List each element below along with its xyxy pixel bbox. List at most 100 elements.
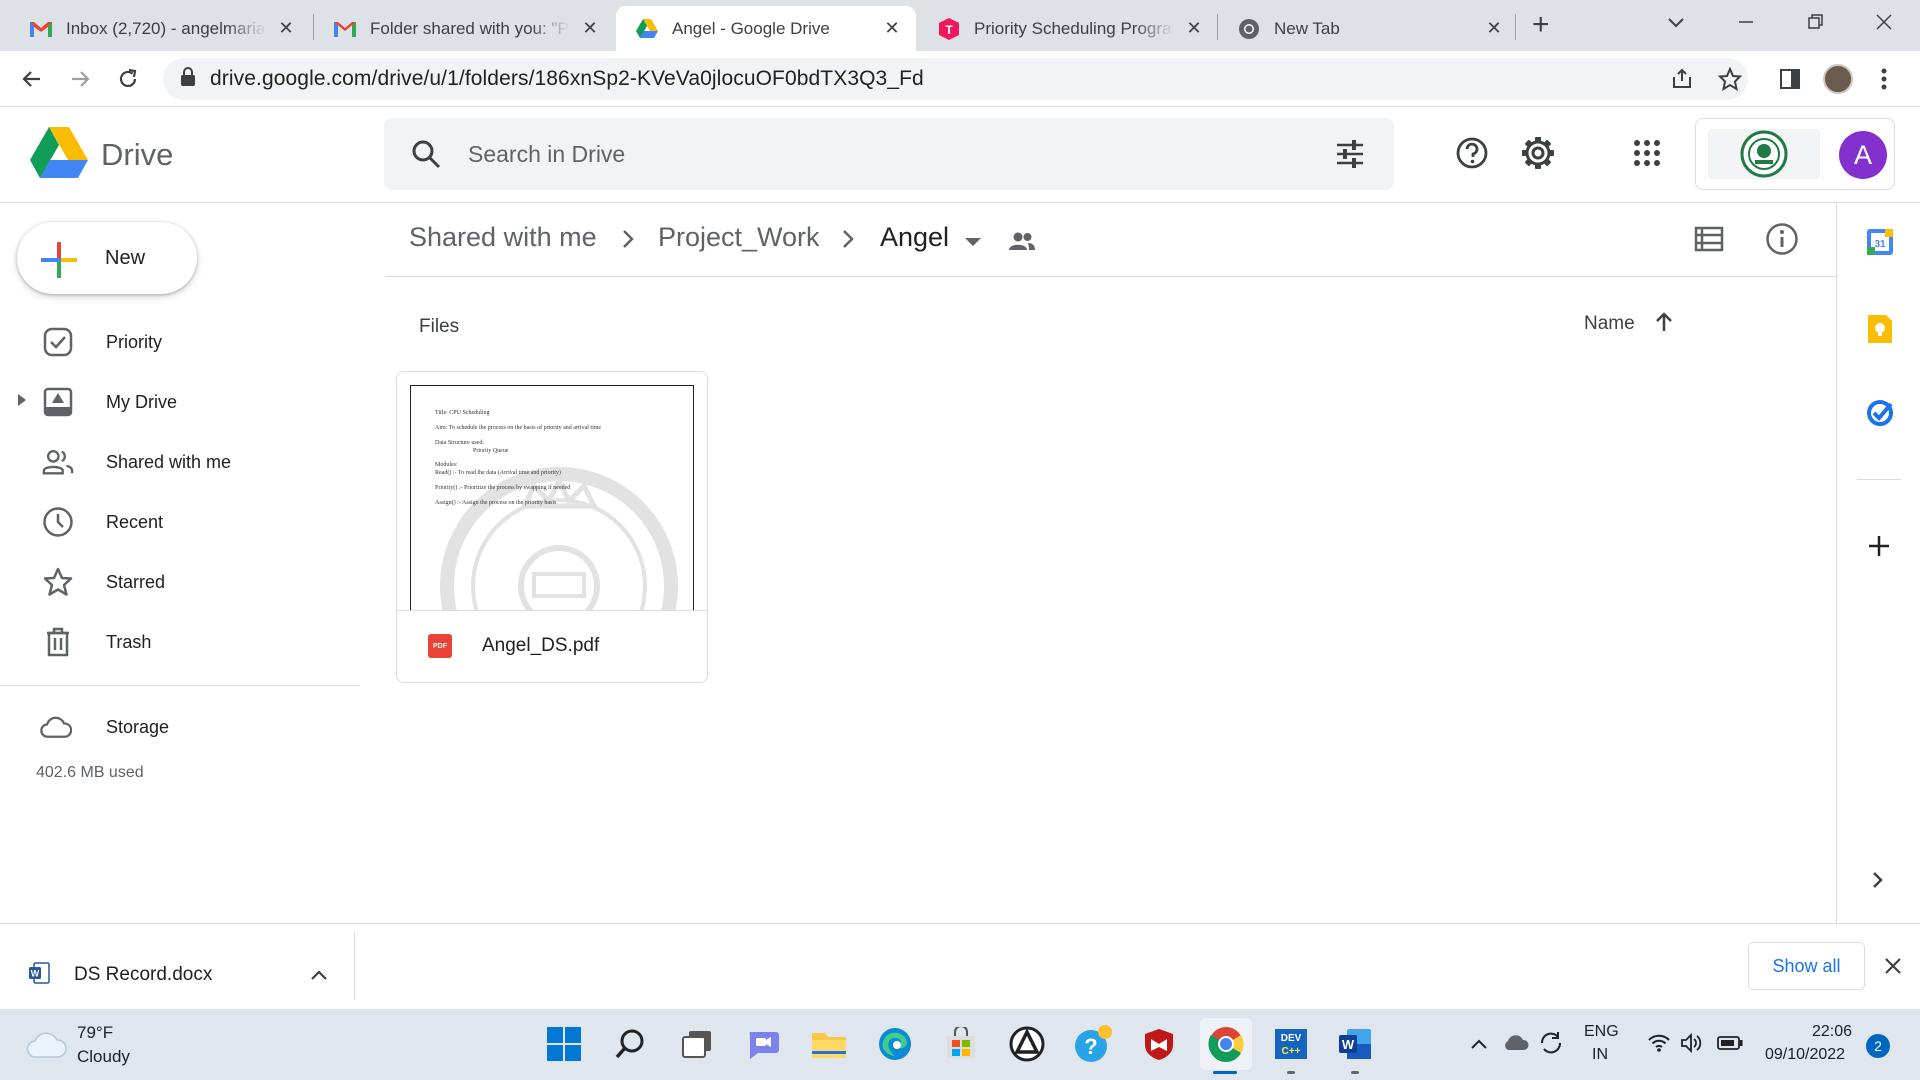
tab-search-icon[interactable] xyxy=(1666,12,1686,37)
expand-arrow-icon[interactable] xyxy=(17,393,27,412)
close-tab-icon[interactable]: ✕ xyxy=(1482,17,1506,41)
shared-folder-icon[interactable] xyxy=(1008,230,1036,257)
notification-badge[interactable]: 2 xyxy=(1866,1034,1890,1058)
active-app-indicator xyxy=(1213,1071,1237,1074)
tab-title: Angel - Google Drive xyxy=(672,18,830,38)
minimize-icon[interactable] xyxy=(1736,12,1756,37)
calendar-icon[interactable]: 31 xyxy=(1866,228,1894,261)
close-tab-icon[interactable]: ✕ xyxy=(1182,17,1206,41)
chevron-right-icon xyxy=(840,228,856,255)
github-icon[interactable] xyxy=(1006,1023,1048,1065)
search-icon[interactable] xyxy=(609,1023,651,1065)
sidebar-item-my-drive[interactable]: My Drive xyxy=(0,378,350,426)
tab-priority-scheduling[interactable]: T Priority Scheduling Program ✕ xyxy=(918,6,1218,51)
volume-icon[interactable] xyxy=(1680,1032,1704,1058)
cloudy-weather-icon[interactable] xyxy=(26,1029,68,1064)
search-icon[interactable] xyxy=(410,138,442,175)
close-tab-icon[interactable]: ✕ xyxy=(880,17,904,41)
sidebar-item-starred[interactable]: Starred xyxy=(0,558,350,606)
tab-title: New Tab xyxy=(1274,18,1340,38)
tab-folder-shared[interactable]: Folder shared with you: "Project_Work" ✕ xyxy=(314,6,614,51)
clock-date[interactable]: 09/10/2022 xyxy=(1765,1046,1845,1064)
tasks-icon[interactable] xyxy=(1866,399,1894,432)
folder-dropdown-icon[interactable] xyxy=(964,234,982,252)
breadcrumb-shared-with-me[interactable]: Shared with me xyxy=(409,222,597,253)
settings-gear-icon[interactable] xyxy=(1521,136,1555,175)
add-addon-plus-icon[interactable] xyxy=(1867,534,1891,563)
tab-gmail-inbox[interactable]: Inbox (2,720) - angelmaria ✕ xyxy=(10,6,310,51)
battery-icon[interactable] xyxy=(1717,1036,1743,1055)
show-all-button[interactable]: Show all xyxy=(1748,942,1865,990)
browser-tab-strip: Inbox (2,720) - angelmaria ✕ Folder shar… xyxy=(0,0,1920,51)
sort-by-name[interactable]: Name xyxy=(1584,313,1635,335)
show-hidden-icons-chevron[interactable] xyxy=(1470,1037,1488,1055)
keyboard-language[interactable]: ENG xyxy=(1584,1023,1619,1041)
search-input[interactable] xyxy=(468,136,1268,172)
side-panel: 31 xyxy=(1836,203,1920,923)
profile-avatar[interactable] xyxy=(1820,61,1856,97)
apps-grid-icon[interactable] xyxy=(1634,140,1660,171)
list-view-icon[interactable] xyxy=(1694,226,1724,257)
task-view-icon[interactable] xyxy=(676,1023,718,1065)
mcafee-icon[interactable] xyxy=(1138,1023,1180,1065)
sidebar-item-storage[interactable]: Storage xyxy=(0,703,350,751)
drive-brand-text[interactable]: Drive xyxy=(101,137,173,173)
help-icon[interactable]: ? xyxy=(1072,1023,1114,1065)
breadcrumb-current-folder[interactable]: Angel xyxy=(880,222,949,253)
sidebar-item-recent[interactable]: Recent xyxy=(0,498,350,546)
breadcrumb-project-work[interactable]: Project_Work xyxy=(658,222,820,253)
sort-ascending-arrow-icon[interactable] xyxy=(1654,311,1674,338)
clock-time[interactable]: 22:06 xyxy=(1812,1023,1852,1041)
search-options-icon[interactable] xyxy=(1335,140,1365,173)
chrome-icon[interactable] xyxy=(1200,1018,1252,1070)
bookmark-star-icon[interactable] xyxy=(1712,61,1748,97)
word-icon[interactable]: W xyxy=(1334,1023,1376,1065)
reload-icon[interactable] xyxy=(110,61,146,97)
side-panel-icon[interactable] xyxy=(1772,61,1808,97)
tab-title: Folder shared with you: "Project_Work" xyxy=(370,18,570,38)
user-avatar[interactable]: A xyxy=(1839,131,1887,179)
keep-icon[interactable] xyxy=(1867,314,1893,349)
sidebar-item-trash[interactable]: Trash xyxy=(0,618,350,666)
close-tab-icon[interactable]: ✕ xyxy=(274,17,298,41)
sidebar-item-shared-with-me[interactable]: Shared with me xyxy=(0,438,350,486)
files-section-heading: Files xyxy=(419,316,460,337)
chevron-up-icon[interactable] xyxy=(310,968,328,986)
onedrive-icon[interactable] xyxy=(1502,1033,1530,1056)
file-card[interactable]: Title: CPU Scheduling Aim: To schedule t… xyxy=(396,371,708,683)
new-button[interactable]: New xyxy=(17,222,197,294)
file-explorer-icon[interactable] xyxy=(808,1023,850,1065)
sidebar-item-priority[interactable]: Priority xyxy=(0,318,350,366)
download-item[interactable]: W DS Record.docx xyxy=(0,932,355,1000)
address-bar[interactable]: drive.google.com/drive/u/1/folders/186xn… xyxy=(163,58,1748,100)
chevron-right-icon xyxy=(620,228,636,255)
google-drive-logo-icon[interactable] xyxy=(30,127,88,184)
teams-chat-icon[interactable] xyxy=(742,1023,784,1065)
close-download-bar-icon[interactable] xyxy=(1884,957,1902,980)
new-tab-button[interactable]: + xyxy=(1532,10,1550,40)
edge-icon[interactable] xyxy=(874,1023,916,1065)
sidebar-item-label: My Drive xyxy=(106,391,177,412)
sync-icon[interactable] xyxy=(1538,1030,1564,1061)
browser-menu-icon[interactable] xyxy=(1866,61,1902,97)
start-icon[interactable] xyxy=(543,1023,585,1065)
forward-icon[interactable] xyxy=(62,61,98,97)
tab-google-drive[interactable]: Angel - Google Drive ✕ xyxy=(616,6,916,51)
account-switcher[interactable]: A xyxy=(1695,118,1895,190)
restore-icon[interactable] xyxy=(1806,12,1826,37)
help-icon[interactable] xyxy=(1455,136,1489,175)
browser-toolbar: drive.google.com/drive/u/1/folders/186xn… xyxy=(0,51,1920,107)
expand-panel-chevron-icon[interactable] xyxy=(1871,870,1885,895)
back-icon[interactable] xyxy=(14,61,50,97)
organization-logo-icon xyxy=(1708,129,1820,179)
tab-new-tab[interactable]: New Tab ✕ xyxy=(1218,6,1518,51)
dev-cpp-icon[interactable]: DEV C++ xyxy=(1270,1023,1312,1065)
close-window-icon[interactable] xyxy=(1874,12,1894,37)
tab-title: Priority Scheduling Program xyxy=(974,18,1174,38)
close-tab-icon[interactable]: ✕ xyxy=(578,17,602,41)
wifi-icon[interactable] xyxy=(1648,1034,1670,1057)
details-info-icon[interactable] xyxy=(1765,222,1799,261)
keyboard-region[interactable]: IN xyxy=(1592,1046,1608,1064)
share-icon[interactable] xyxy=(1664,61,1700,97)
store-icon[interactable] xyxy=(940,1023,982,1065)
